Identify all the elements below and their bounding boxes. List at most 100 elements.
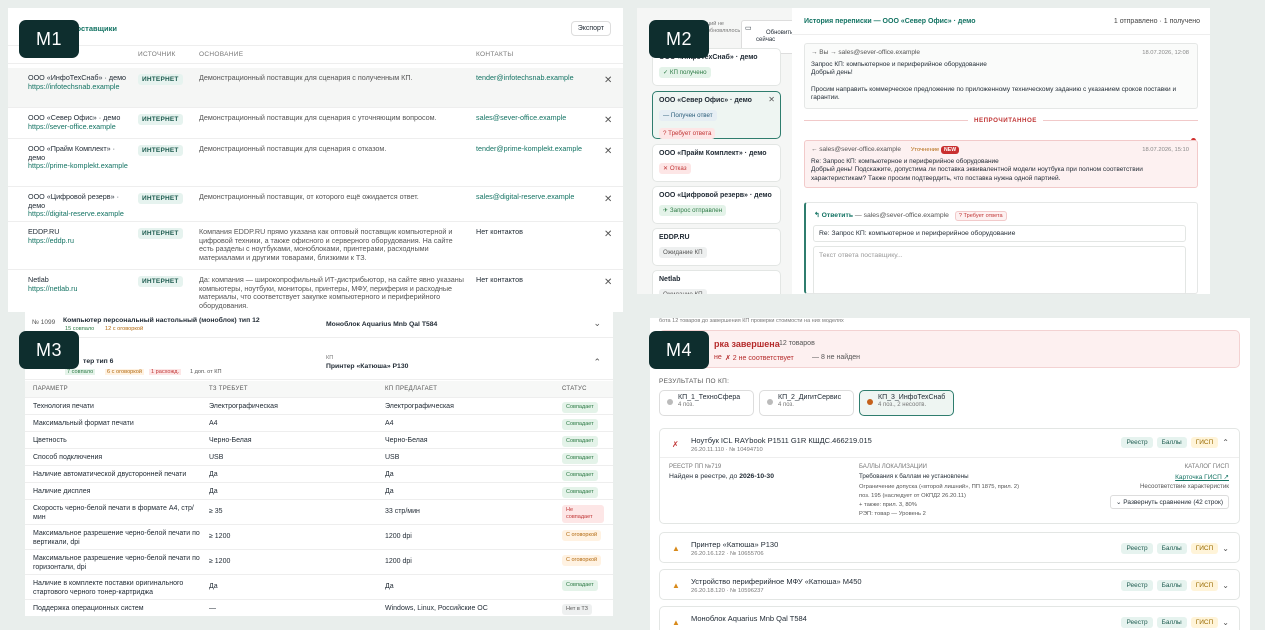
- gisp-button[interactable]: ГИСП: [1190, 580, 1219, 591]
- col-status: СТАТУС: [562, 386, 587, 392]
- status-badge: Не совпадает: [562, 505, 604, 523]
- supplier-card[interactable]: ООО «Цифровой резерв» · демо ✈ Запрос отп…: [652, 186, 781, 224]
- outgoing-message: → Вы → sales@sever-office.example 18.07.…: [804, 43, 1198, 109]
- gisp-button[interactable]: ГИСП: [1190, 437, 1219, 448]
- gisp-button[interactable]: ГИСП: [1190, 543, 1219, 554]
- supplier-contact[interactable]: tender@prime-komplekt.example: [476, 144, 586, 154]
- supplier-url[interactable]: https://prime-komplekt.example: [28, 161, 128, 170]
- collapsed-item[interactable]: № 1099 Компьютер персональный настольный…: [25, 312, 613, 338]
- supplier-url[interactable]: https://digital-reserve.example: [28, 209, 124, 218]
- supplier-contact[interactable]: sales@digital-reserve.example: [476, 192, 586, 202]
- points-button[interactable]: Баллы: [1156, 580, 1187, 591]
- kp-tab-3[interactable]: КП_3_ИнфоТехСнаб 4 поз., 2 несоотв.: [859, 390, 954, 416]
- source-badge: ИНТЕРНЕТ: [138, 193, 183, 204]
- chevron-down-icon[interactable]: ⌄: [593, 318, 601, 329]
- supplier-url[interactable]: https://netlab.ru: [28, 284, 78, 293]
- reply-label: ↰ Ответить: [814, 212, 853, 219]
- supplier-row[interactable]: Netlab https://netlab.ru ИНТЕРНЕТ Да: ком…: [8, 270, 623, 312]
- reply-to: — sales@sever-office.example: [854, 212, 949, 219]
- supplier-url[interactable]: https://eddp.ru: [28, 236, 74, 245]
- item-name: Ноутбук ICL RAYbook P1511 G1R КШДС.46621…: [691, 436, 872, 445]
- item-sub: 26.20.11.110 · № 10494710: [691, 447, 763, 453]
- param-name: Максимальное разрешение черно-белой печа…: [33, 555, 200, 571]
- registry-button[interactable]: Реестр: [1121, 437, 1153, 448]
- points-button[interactable]: Баллы: [1156, 437, 1187, 448]
- comparison-columns: ПАРАМЕТР ТЗ ТРЕБУЕТ КП ПРЕДЛАГАЕТ СТАТУС: [25, 381, 613, 398]
- param-name: Максимальный формат печати: [33, 420, 134, 427]
- comparison-row: Скорость черно-белой печати в формате А4…: [25, 500, 613, 525]
- message-subject: Re: Запрос КП: компьютерное и периферийн…: [811, 157, 999, 165]
- history-title: История переписки — ООО «Север Офис» · д…: [804, 18, 976, 25]
- close-icon[interactable]: ✕: [604, 146, 612, 157]
- offered-value: Windows, Linux, Российские ОС: [385, 605, 488, 612]
- supplier-row[interactable]: ООО «ИнфоТехСнаб» · демо https://infotech…: [8, 68, 623, 108]
- gisp-card-link[interactable]: Карточка ГИСП ↗: [1175, 473, 1229, 481]
- supplier-contact: Нет контактов: [476, 227, 523, 236]
- required-value: Электрографическая: [209, 403, 278, 410]
- cut-note: бота 12 товаров до завершения КП проверк…: [659, 318, 844, 324]
- comparison-row: Наличие автоматической двусторонней печа…: [25, 466, 613, 483]
- supplier-row[interactable]: ООО «Прайм Комплект» · демо https://prime…: [8, 139, 623, 187]
- panel-tag-m4: M4: [649, 331, 709, 369]
- expand-comparison-button[interactable]: ⌄ Развернуть сравнение (42 строк): [1110, 495, 1229, 509]
- supplier-contact[interactable]: tender@infotechsnab.example: [476, 73, 586, 83]
- supplier-card[interactable]: Netlab Ожидание КП: [652, 270, 781, 294]
- supplier-card[interactable]: ООО «Север Офис» · демо — Получен ответ ? …: [652, 91, 781, 139]
- points-button[interactable]: Баллы: [1156, 543, 1187, 554]
- param-name: Способ подключения: [33, 454, 103, 461]
- chevron-down-icon[interactable]: ⌄: [1222, 618, 1229, 627]
- kp-tab-1[interactable]: КП_1_ТехноСфера 4 поз.: [659, 390, 754, 416]
- required-value: ≥ 35: [209, 508, 223, 515]
- close-icon[interactable]: ✕: [768, 95, 775, 104]
- chevron-down-icon[interactable]: ⌄: [1222, 544, 1229, 553]
- chevron-down-icon[interactable]: ⌄: [1222, 581, 1229, 590]
- comparison-row: Максимальный формат печати A4 A4 Совпада…: [25, 415, 613, 432]
- result-item[interactable]: ▲ Моноблок Aquarius Mnb Qal T584 Реестр Б…: [659, 606, 1240, 630]
- supplier-contact: Нет контактов: [476, 275, 523, 284]
- expanded-item-header[interactable]: тер тип 6 7 совпало 6 с оговоркой 1 расх…: [25, 344, 613, 380]
- status-badge: Совпадает: [562, 580, 598, 591]
- reply-body-textarea[interactable]: Текст ответа поставщику...: [813, 246, 1186, 294]
- close-icon[interactable]: ✕: [604, 194, 612, 205]
- col-contacts: КОНТАКТЫ: [476, 51, 514, 58]
- item-name: Принтер «Катюша» P130: [691, 540, 779, 549]
- warning-icon: ▲: [672, 581, 680, 590]
- param-name: Наличие автоматической двусторонней печа…: [33, 471, 187, 478]
- supplier-card[interactable]: EDDP.RU Ожидание КП: [652, 228, 781, 266]
- chevron-up-icon[interactable]: ⌃: [1222, 438, 1229, 447]
- mismatch-count: 1 расхожд.: [149, 369, 182, 375]
- warning-icon: ▲: [672, 544, 680, 553]
- needs-reply-badge: ? Требует ответа: [954, 211, 1007, 221]
- chevron-up-icon[interactable]: ⌃: [593, 357, 601, 368]
- close-icon[interactable]: ✕: [604, 75, 612, 86]
- offered-value: Да: [385, 471, 394, 478]
- close-icon[interactable]: ✕: [604, 115, 612, 126]
- close-icon[interactable]: ✕: [604, 277, 612, 288]
- registry-button[interactable]: Реестр: [1121, 543, 1153, 554]
- export-button[interactable]: Экспорт: [570, 21, 611, 36]
- panel-tag-m1: M1: [19, 20, 79, 58]
- registry-button[interactable]: Реестр: [1121, 580, 1153, 591]
- comparison-row: Наличие дисплея Да Да Совпадает: [25, 483, 613, 500]
- offered-value: Электрографическая: [385, 403, 454, 410]
- registry-button[interactable]: Реестр: [1121, 617, 1153, 628]
- kp-tab-2[interactable]: КП_2_ДигитСервис 4 поз.: [759, 390, 854, 416]
- caveat-count: 6 с оговоркой: [105, 369, 145, 375]
- result-item[interactable]: ▲ Принтер «Катюша» P130 26.20.16.122 · №…: [659, 532, 1240, 563]
- supplier-contact[interactable]: sales@sever-office.example: [476, 113, 586, 123]
- gisp-button[interactable]: ГИСП: [1190, 617, 1219, 628]
- required-value: Да: [209, 583, 218, 590]
- supplier-row[interactable]: ООО «Цифровой резерв» · демо https://digi…: [8, 187, 623, 222]
- supplier-url[interactable]: https://infotechsnab.example: [28, 82, 120, 91]
- param-name: Скорость черно-белой печати в формате А4…: [33, 505, 194, 521]
- result-item[interactable]: ▲ Устройство периферийное МФУ «Катюша» M…: [659, 569, 1240, 600]
- supplier-card[interactable]: ООО «Прайм Комплект» · демо ✕ Отказ: [652, 144, 781, 182]
- supplier-url[interactable]: https://sever-office.example: [28, 122, 116, 131]
- close-icon[interactable]: ✕: [604, 229, 612, 240]
- supplier-row[interactable]: EDDP.RU https://eddp.ru ИНТЕРНЕТ Компания…: [8, 222, 623, 270]
- reply-subject-input[interactable]: Re: Запрос КП: компьютерное и периферийн…: [813, 225, 1186, 242]
- points-button[interactable]: Баллы: [1156, 617, 1187, 628]
- supplier-row[interactable]: ООО «Север Офис» · демо https://sever-off…: [8, 108, 623, 139]
- param-name: Максимальное разрешение черно-белой печа…: [33, 530, 200, 546]
- required-value: ≥ 1200: [209, 558, 231, 565]
